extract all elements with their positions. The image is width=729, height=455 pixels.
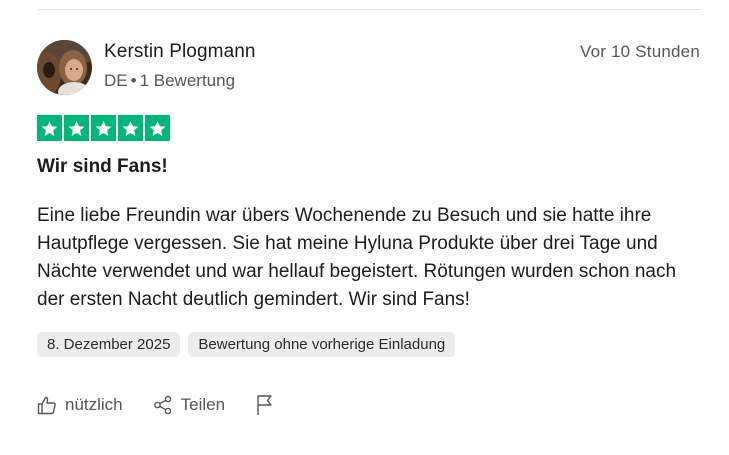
star-icon xyxy=(145,115,170,141)
share-button[interactable]: Teilen xyxy=(153,395,225,415)
flag-icon xyxy=(257,395,272,415)
avatar[interactable] xyxy=(37,40,92,95)
thumbs-up-icon xyxy=(37,396,56,415)
review-relative-time: Vor 10 Stunden xyxy=(579,42,700,61)
review-tags: 8. Dezember 2025 Bewertung ohne vorherig… xyxy=(37,332,456,357)
meta-separator: • xyxy=(130,71,137,90)
author-review-count: 1 Bewertung xyxy=(139,71,236,90)
review-date-tag: 8. Dezember 2025 xyxy=(37,332,181,357)
review-actions: nützlich Teilen xyxy=(37,394,275,416)
share-label: Teilen xyxy=(180,395,226,414)
useful-button[interactable]: nützlich xyxy=(37,395,123,415)
top-divider xyxy=(37,9,700,10)
author-country: DE xyxy=(104,71,128,90)
useful-label: nützlich xyxy=(65,395,123,414)
star-rating xyxy=(37,115,170,141)
star-icon xyxy=(37,115,62,141)
star-icon xyxy=(118,115,143,141)
review-invitation-tag: Bewertung ohne vorherige Einladung xyxy=(188,332,456,357)
review-body: Eine liebe Freundin war übers Wochenende… xyxy=(37,205,677,310)
author-meta: DE • 1 Bewertung xyxy=(104,71,235,91)
report-button[interactable] xyxy=(255,394,275,416)
author-name[interactable]: Kerstin Plogmann xyxy=(104,41,256,63)
avatar-image xyxy=(37,40,92,95)
star-icon xyxy=(91,115,116,141)
review-title: Wir sind Fans! xyxy=(37,156,168,177)
share-icon xyxy=(153,395,171,415)
star-icon xyxy=(64,115,89,141)
review-card: Kerstin Plogmann DE • 1 Bewertung Vor 10 S… xyxy=(0,0,729,455)
